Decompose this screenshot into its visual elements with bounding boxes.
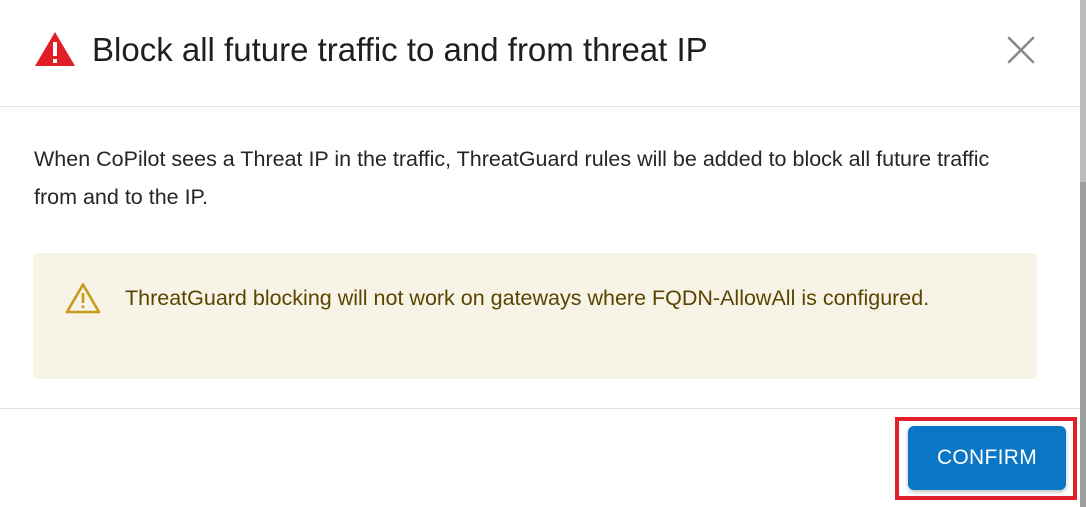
warning-text: ThreatGuard blocking will not work on ga… <box>125 286 930 310</box>
warning-banner: ThreatGuard blocking will not work on ga… <box>33 253 1037 379</box>
warning-triangle-outline-icon <box>65 283 101 314</box>
background-edge-shade <box>1080 182 1086 507</box>
confirm-button[interactable]: CONFIRM <box>908 426 1066 490</box>
close-icon[interactable] <box>1004 33 1038 67</box>
dialog-description: When CoPilot sees a Threat IP in the tra… <box>34 147 990 209</box>
block-threat-ip-dialog: Block all future traffic to and from thr… <box>0 0 1086 507</box>
dialog-title: Block all future traffic to and from thr… <box>92 31 708 68</box>
dialog-header: Block all future traffic to and from thr… <box>0 0 1080 107</box>
alert-triangle-icon <box>35 32 75 66</box>
